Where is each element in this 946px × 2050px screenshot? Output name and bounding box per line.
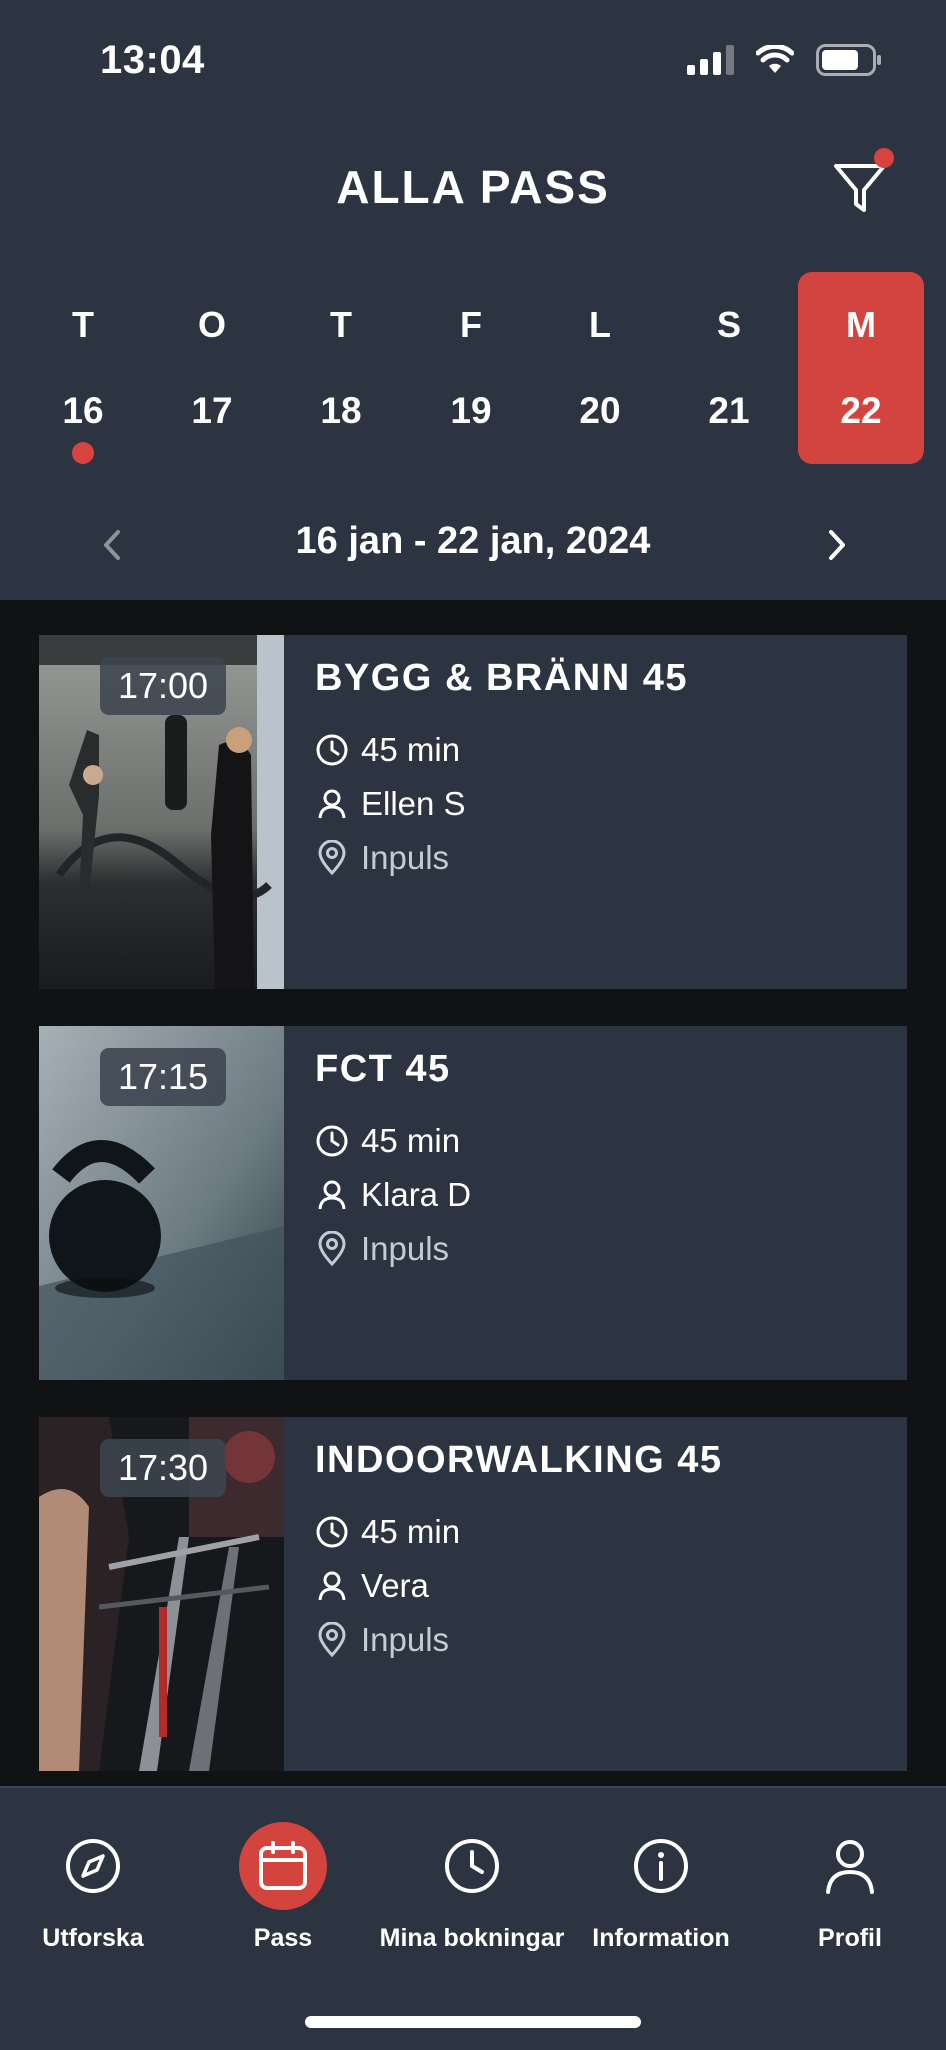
location-pin-icon: [318, 1622, 346, 1658]
day-number: 18: [320, 390, 362, 431]
tab-pass[interactable]: Pass: [193, 1822, 373, 1962]
tab-profil[interactable]: Profil: [760, 1822, 940, 1962]
class-image: 17:15: [39, 1026, 284, 1380]
clock-icon: [316, 1516, 348, 1548]
class-instructor: Ellen S: [315, 785, 466, 823]
status-icons: [687, 44, 882, 76]
filter-active-dot: [874, 148, 894, 168]
duration-text: 45 min: [361, 1122, 461, 1159]
day-21[interactable]: S 21: [666, 272, 792, 464]
day-20[interactable]: L 20: [537, 272, 663, 464]
day-17[interactable]: O 17: [149, 272, 275, 464]
class-card[interactable]: 17:00 BYGG & BRÄNN 45 45 min Ellen S Inp…: [39, 635, 907, 989]
person-icon: [318, 789, 346, 819]
next-week-button[interactable]: [811, 518, 861, 572]
tab-label: Information: [592, 1924, 730, 1952]
tab-utforska[interactable]: Utforska: [3, 1822, 183, 1962]
day-16[interactable]: T 16: [20, 272, 146, 464]
duration-text: 45 min: [361, 1513, 461, 1550]
instructor-text: Klara D: [361, 1176, 472, 1213]
class-duration: 45 min: [315, 1513, 460, 1551]
instructor-text: Ellen S: [361, 785, 466, 822]
class-instructor: Vera: [315, 1567, 429, 1605]
day-letter: S: [716, 304, 741, 345]
class-duration: 45 min: [315, 731, 460, 769]
class-title: FCT 45: [315, 1048, 451, 1090]
day-number: 22: [840, 390, 882, 431]
class-time-badge: 17:30: [100, 1439, 226, 1497]
class-time-badge: 17:15: [100, 1048, 226, 1106]
bottom-tab-bar: Utforska Pass Mina bokningar Information…: [0, 1786, 946, 2050]
location-pin-icon: [318, 840, 346, 876]
tab-label: Mina bokningar: [379, 1924, 565, 1952]
duration-text: 45 min: [361, 731, 461, 768]
location-text: Inpuls: [361, 839, 450, 876]
info-icon: [617, 1822, 705, 1910]
filter-icon: [834, 164, 886, 212]
page-title: ALLA PASS: [336, 161, 610, 213]
home-indicator[interactable]: [305, 2016, 641, 2028]
class-location: Inpuls: [315, 1621, 449, 1659]
day-19[interactable]: F 19: [408, 272, 534, 464]
class-card[interactable]: 17:15 FCT 45 45 min Klara D Inpuls: [39, 1026, 907, 1380]
tab-information[interactable]: Information: [571, 1822, 751, 1962]
compass-icon: [49, 1822, 137, 1910]
day-letter: L: [589, 304, 611, 345]
cellular-signal-icon: [687, 45, 734, 75]
filter-button[interactable]: [832, 148, 894, 218]
class-time-badge: 17:00: [100, 657, 226, 715]
clock-icon: [428, 1822, 516, 1910]
class-image: 17:00: [39, 635, 284, 989]
instructor-text: Vera: [361, 1567, 429, 1604]
tab-label: Profil: [818, 1924, 882, 1952]
day-number: 16: [62, 390, 104, 431]
person-icon: [318, 1571, 346, 1601]
class-instructor: Klara D: [315, 1176, 471, 1214]
tab-mina-bokningar[interactable]: Mina bokningar: [380, 1822, 564, 1962]
day-letter: F: [460, 304, 482, 345]
wifi-icon: [756, 45, 794, 73]
day-number: 20: [579, 390, 621, 431]
location-text: Inpuls: [361, 1621, 450, 1658]
class-card[interactable]: 17:30 INDOORWALKING 45 45 min Vera Inpul…: [39, 1417, 907, 1771]
class-title: BYGG & BRÄNN 45: [315, 657, 688, 699]
person-icon: [806, 1822, 894, 1910]
clock-icon: [316, 734, 348, 766]
week-range-label: 16 jan - 22 jan, 2024: [295, 520, 651, 562]
class-duration: 45 min: [315, 1122, 460, 1160]
day-letter: T: [72, 304, 94, 345]
day-letter: T: [330, 304, 352, 345]
day-number: 21: [708, 390, 750, 431]
battery-icon: [816, 44, 881, 76]
day-22-selected[interactable]: M 22: [798, 272, 924, 464]
tab-label: Pass: [253, 1924, 313, 1952]
header: 13:04 ALLA PASS T 16 O 17 T 18 F 19 L 20…: [0, 0, 946, 600]
person-icon: [318, 1180, 346, 1210]
status-time: 13:04: [100, 38, 205, 82]
day-letter: O: [197, 304, 226, 345]
location-text: Inpuls: [361, 1230, 450, 1267]
booked-dot: [72, 442, 94, 464]
clock-icon: [316, 1125, 348, 1157]
day-number: 17: [191, 390, 233, 431]
class-location: Inpuls: [315, 839, 449, 877]
day-18[interactable]: T 18: [278, 272, 404, 464]
location-pin-icon: [318, 1231, 346, 1267]
day-number: 19: [450, 390, 492, 431]
calendar-icon: [239, 1822, 327, 1910]
chevron-right-icon: [829, 530, 845, 560]
week-day-selector: T 16 O 17 T 18 F 19 L 20 S 21 M 22: [20, 272, 926, 464]
day-letter: M: [846, 304, 876, 345]
class-location: Inpuls: [315, 1230, 449, 1268]
class-image: 17:30: [39, 1417, 284, 1771]
class-title: INDOORWALKING 45: [315, 1439, 723, 1481]
week-range-row: 16 jan - 22 jan, 2024: [0, 510, 946, 580]
